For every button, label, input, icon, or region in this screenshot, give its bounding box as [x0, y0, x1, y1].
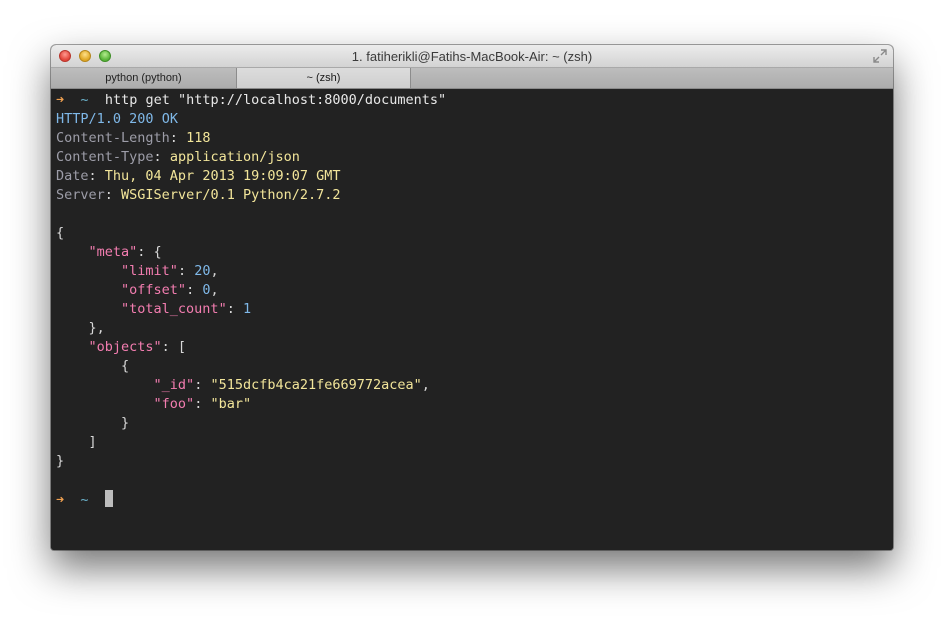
- json-key: "limit": [121, 263, 178, 279]
- json-foo-line: "foo": "bar": [153, 396, 252, 412]
- status-text: OK: [161, 111, 178, 127]
- fullscreen-icon[interactable]: [873, 49, 887, 63]
- json-close-brace: }: [56, 453, 65, 469]
- text-cursor: [104, 490, 113, 507]
- status-code: 200: [129, 111, 154, 127]
- prompt-directory: ~: [80, 492, 89, 508]
- header-line: Content-Length: 118: [56, 130, 211, 146]
- header-name: Content-Type: [56, 149, 154, 165]
- json-string: "515dcfb4ca21fe669772acea": [210, 377, 422, 393]
- json-object-open: {: [121, 358, 130, 374]
- json-objects-line: "objects": [: [88, 339, 187, 355]
- json-meta-line: "meta": {: [88, 244, 162, 260]
- title-bar[interactable]: 1. fatiherikli@Fatihs-MacBook-Air: ~ (zs…: [51, 45, 893, 68]
- json-string: "bar": [210, 396, 252, 412]
- tab-python[interactable]: python (python): [51, 68, 237, 88]
- json-number: 20: [194, 263, 211, 279]
- header-value: WSGIServer/0.1 Python/2.7.2: [121, 187, 341, 203]
- tab-bar: python (python) ~ (zsh): [51, 68, 893, 89]
- json-key: "objects": [88, 339, 162, 355]
- header-line: Content-Type: application/json: [56, 149, 300, 165]
- prompt-arrow-icon: ➜: [56, 92, 65, 108]
- window-title: 1. fatiherikli@Fatihs-MacBook-Air: ~ (zs…: [351, 49, 593, 64]
- json-limit-line: "limit": 20,: [121, 263, 219, 279]
- json-number: 1: [242, 301, 252, 317]
- header-name: Date: [56, 168, 89, 184]
- header-value: 118: [186, 130, 211, 146]
- status-line: HTTP/1.0 200 OK: [56, 110, 178, 129]
- http-protocol: HTTP/1.0: [56, 111, 122, 127]
- json-meta-close: },: [88, 320, 105, 336]
- command-line: ➜ ~ http get "http://localhost:8000/docu…: [56, 91, 446, 110]
- command-text: http get "http://localhost:8000/document…: [104, 92, 447, 108]
- header-value: application/json: [169, 149, 300, 165]
- tab-zsh[interactable]: ~ (zsh): [237, 68, 411, 88]
- json-object-close: }: [121, 415, 130, 431]
- json-key: "meta": [88, 244, 138, 260]
- terminal-output[interactable]: ➜ ~ http get "http://localhost:8000/docu…: [51, 89, 893, 550]
- terminal-window: 1. fatiherikli@Fatihs-MacBook-Air: ~ (zs…: [51, 45, 893, 550]
- json-key: "_id": [153, 377, 195, 393]
- json-open-brace: {: [56, 225, 65, 241]
- header-line: Date: Thu, 04 Apr 2013 19:09:07 GMT: [56, 168, 341, 184]
- header-name: Server: [56, 187, 105, 203]
- prompt-line[interactable]: ➜ ~: [56, 490, 113, 509]
- json-key: "total_count": [121, 301, 227, 317]
- prompt-arrow-icon: ➜: [56, 492, 65, 508]
- header-name: Content-Length: [56, 130, 170, 146]
- header-line: Server: WSGIServer/0.1 Python/2.7.2: [56, 187, 341, 203]
- header-value: Thu, 04 Apr 2013 19:09:07 GMT: [104, 168, 341, 184]
- prompt-directory: ~: [80, 92, 89, 108]
- json-key: "offset": [121, 282, 187, 298]
- json-objects-close: ]: [88, 434, 97, 450]
- json-offset-line: "offset": 0,: [121, 282, 219, 298]
- json-id-line: "_id": "515dcfb4ca21fe669772acea",: [153, 377, 430, 393]
- json-total-line: "total_count": 1: [121, 301, 252, 317]
- json-key: "foo": [153, 396, 195, 412]
